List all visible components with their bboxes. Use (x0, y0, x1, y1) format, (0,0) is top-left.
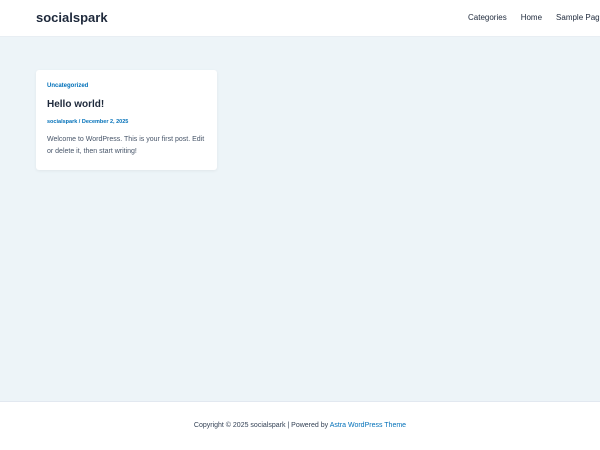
post-excerpt: Welcome to WordPress. This is your first… (47, 136, 205, 155)
post-category-link[interactable]: Uncategorized (47, 82, 206, 90)
main-content: Uncategorized Hello world! socialspark /… (0, 37, 600, 401)
site-header: socialspark Categories Home Sample Page (0, 0, 600, 37)
post-title[interactable]: Hello world! (47, 99, 206, 111)
main-navigation: Categories Home Sample Page (468, 13, 600, 22)
post-date-link[interactable]: December 2, 2025 (82, 119, 128, 125)
post-author-link[interactable]: socialspark (47, 119, 77, 125)
site-title-link[interactable]: socialspark (36, 10, 108, 25)
nav-item-categories[interactable]: Categories (468, 13, 507, 22)
footer-theme-link[interactable]: Astra WordPress Theme (330, 422, 406, 429)
post-meta: socialspark / December 2, 2025 (47, 118, 206, 126)
nav-item-sample-page[interactable]: Sample Page (556, 13, 600, 22)
post-card: Uncategorized Hello world! socialspark /… (36, 70, 217, 170)
site-footer: Copyright © 2025 socialspark | Powered b… (0, 401, 600, 450)
nav-item-home[interactable]: Home (521, 13, 542, 22)
footer-copyright: Copyright © 2025 socialspark | Powered b… (193, 422, 330, 429)
page: socialspark Categories Home Sample Page Un… (0, 0, 600, 450)
